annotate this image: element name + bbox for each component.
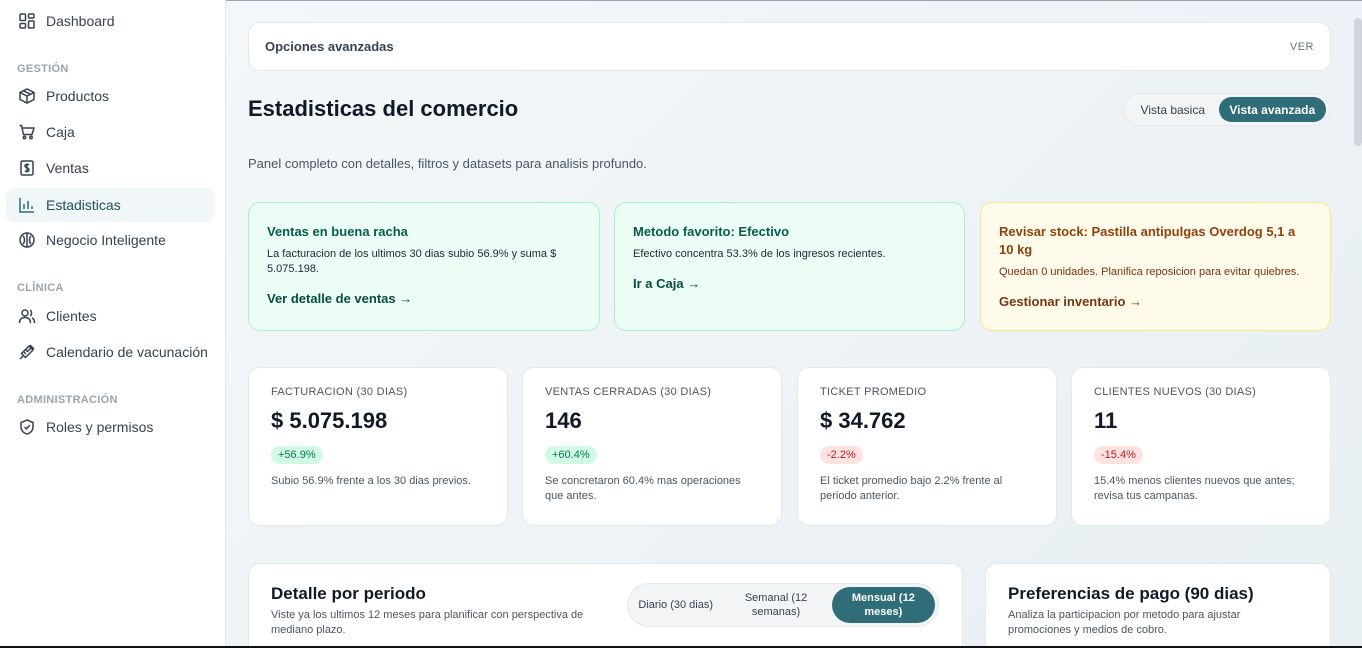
kpi-change-badge: +56.9% [271, 446, 323, 464]
insight-title: Revisar stock: Pastilla antipulgas Overd… [999, 224, 1296, 257]
shield-check-icon [18, 418, 36, 436]
advanced-options-toggle[interactable]: VER [1290, 41, 1314, 53]
kpi-label: TICKET PROMEDIO [820, 386, 927, 398]
sidebar-item-label: Calendario de vacunación [46, 344, 208, 360]
sidebar-item-clientes[interactable]: Clientes [6, 299, 215, 333]
brain-icon [18, 231, 36, 249]
advanced-options-bar[interactable]: Opciones avanzadas VER [248, 22, 1331, 71]
users-icon [18, 307, 36, 325]
period-option-weekly[interactable]: Semanal (12 semanas) [720, 587, 831, 623]
cart-icon [18, 123, 36, 141]
sidebar-item-label: Caja [46, 124, 75, 140]
sidebar-item-label: Ventas [46, 160, 89, 176]
page-subtitle: Panel completo con detalles, filtros y d… [248, 156, 647, 171]
kpi-value: $ 34.762 [820, 408, 906, 433]
kpi-value: $ 5.075.198 [271, 408, 388, 433]
bar-chart-icon [18, 196, 36, 214]
insight-text: Quedan 0 unidades. Planifica reposicion … [999, 266, 1300, 278]
sidebar-item-productos[interactable]: Productos [6, 79, 215, 113]
section-label-gestion: GESTIÓN [17, 63, 69, 75]
insight-title: Ventas en buena racha [267, 224, 408, 239]
panel-description: Analiza la participacion por metodo para… [1008, 609, 1241, 636]
sidebar-item-calendario[interactable]: Calendario de vacunación [6, 335, 215, 369]
period-option-monthly[interactable]: Mensual (12 meses) [831, 587, 935, 623]
kpi-description: 15.4% menos clientes nuevos que antes; r… [1094, 475, 1295, 502]
insight-card-payment: Metodo favorito: Efectivo Efectivo conce… [614, 202, 965, 331]
kpi-description: Subio 56.9% frente a los 30 dias previos… [271, 475, 471, 487]
view-advanced-button[interactable]: Vista avanzada [1218, 97, 1326, 122]
sidebar-item-caja[interactable]: Caja [6, 115, 215, 149]
insight-text: La facturacion de los ultimos 30 dias su… [267, 248, 557, 275]
page-title: Estadisticas del comercio [248, 96, 519, 121]
sidebar-item-label: Roles y permisos [46, 419, 154, 435]
sidebar: Dashboard GESTIÓN Productos Caja Ventas … [0, 0, 226, 648]
sidebar-item-roles[interactable]: Roles y permisos [6, 410, 215, 444]
advanced-options-title: Opciones avanzadas [265, 39, 394, 54]
kpi-card-facturacion: FACTURACION (30 DIAS) $ 5.075.198 +56.9%… [248, 367, 508, 526]
view-basic-button[interactable]: Vista basica [1127, 97, 1219, 122]
kpi-value: 11 [1094, 408, 1118, 433]
kpi-label: VENTAS CERRADAS (30 DIAS) [545, 386, 712, 398]
insight-title: Metodo favorito: Efectivo [633, 224, 790, 239]
kpi-change-badge: +60.4% [545, 446, 597, 464]
insight-card-stock: Revisar stock: Pastilla antipulgas Overd… [980, 202, 1331, 331]
view-mode-toggle: Vista basica Vista avanzada [1123, 93, 1330, 126]
scrollbar-thumb[interactable] [1354, 18, 1362, 146]
grid-icon [18, 12, 36, 30]
sidebar-item-label: Productos [46, 88, 110, 104]
insight-text: Efectivo concentra 53.3% de los ingresos… [633, 248, 886, 260]
kpi-description: Se concretaron 60.4% mas operaciones que… [545, 475, 741, 502]
sidebar-item-estadisticas[interactable]: Estadisticas [6, 188, 215, 222]
section-label-clinica: CLÍNICA [17, 282, 64, 294]
kpi-card-ventas: VENTAS CERRADAS (30 DIAS) 146 +60.4% Se … [522, 367, 782, 526]
kpi-card-clientes: CLIENTES NUEVOS (30 DIAS) 11 -15.4% 15.4… [1071, 367, 1331, 526]
period-selector: Diario (30 dias) Semanal (12 semanas) Me… [627, 583, 939, 627]
panel-title: Preferencias de pago (90 dias) [1008, 584, 1254, 603]
top-divider [226, 0, 1362, 1]
kpi-card-ticket: TICKET PROMEDIO $ 34.762 -2.2% El ticket… [797, 367, 1057, 526]
box-icon [18, 87, 36, 105]
sidebar-item-label: Clientes [46, 308, 97, 324]
payment-preferences-panel: Preferencias de pago (90 dias) Analiza l… [985, 563, 1331, 648]
go-to-caja-link[interactable]: Ir a Caja → [633, 276, 700, 291]
kpi-label: CLIENTES NUEVOS (30 DIAS) [1094, 386, 1257, 398]
sidebar-item-negocio[interactable]: Negocio Inteligente [6, 223, 215, 257]
kpi-value: 146 [545, 408, 582, 433]
main-content: Opciones avanzadas VER Estadisticas del … [226, 0, 1362, 648]
kpi-change-badge: -15.4% [1094, 446, 1143, 464]
kpi-description: El ticket promedio bajo 2.2% frente al p… [820, 475, 1003, 502]
sidebar-item-ventas[interactable]: Ventas [6, 151, 215, 185]
dollar-icon [18, 159, 36, 177]
sidebar-item-label: Dashboard [46, 13, 115, 29]
sidebar-item-dashboard[interactable]: Dashboard [6, 4, 215, 38]
kpi-label: FACTURACION (30 DIAS) [271, 386, 408, 398]
section-label-admin: ADMINISTRACIÓN [17, 394, 118, 406]
sales-detail-link[interactable]: Ver detalle de ventas → [267, 291, 412, 306]
period-option-daily[interactable]: Diario (30 dias) [631, 587, 720, 623]
manage-inventory-link[interactable]: Gestionar inventario → [999, 294, 1142, 309]
insight-card-sales: Ventas en buena racha La facturacion de … [248, 202, 600, 331]
sidebar-item-label: Estadisticas [46, 197, 121, 213]
syringe-icon [18, 343, 36, 361]
panel-description: Viste ya los ultimos 12 meses para plani… [271, 609, 584, 636]
sidebar-item-label: Negocio Inteligente [46, 232, 166, 248]
kpi-change-badge: -2.2% [820, 446, 863, 464]
